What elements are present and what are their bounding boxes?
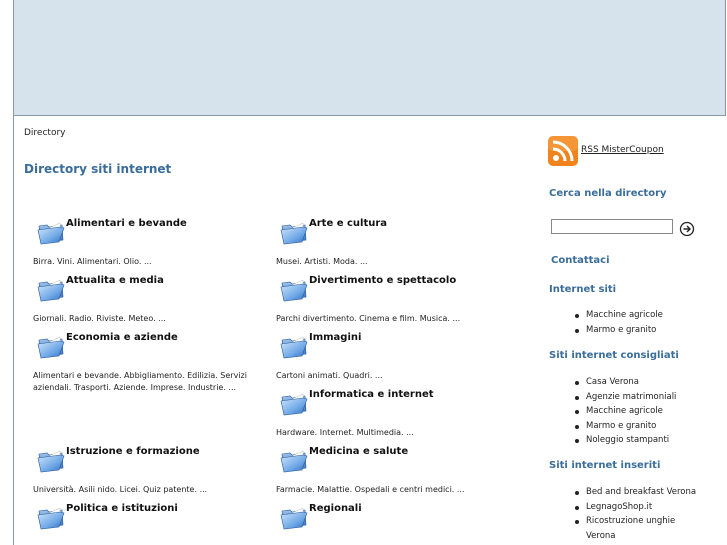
header-banner — [13, 0, 726, 116]
breadcrumb: Directory — [24, 128, 66, 138]
frame-border — [13, 116, 14, 545]
internet-sites-heading: Internet siti — [549, 284, 617, 295]
folder-icon[interactable] — [279, 330, 309, 360]
category-description: Birra. Vini. Alimentari. Olio. ... — [33, 257, 152, 266]
folder-icon[interactable] — [36, 444, 66, 474]
folder-icon[interactable] — [36, 216, 66, 246]
category-description: Musei. Artisti. Moda. ... — [276, 257, 368, 266]
folder-icon[interactable] — [279, 216, 309, 246]
category-link[interactable]: Alimentari e bevande — [66, 218, 187, 229]
folder-icon[interactable] — [36, 273, 66, 303]
category-link[interactable]: Immagini — [309, 332, 361, 343]
list-item[interactable]: Ricostruzione unghie Verona — [572, 514, 696, 543]
contact-link[interactable]: Contattaci — [551, 255, 610, 266]
category-description: Farmacie. Malattie. Ospedali e centri me… — [276, 485, 465, 494]
list-item[interactable]: Marmo e granito — [572, 419, 676, 434]
category-link[interactable]: Divertimento e spettacolo — [309, 275, 456, 286]
category-link[interactable]: Istruzione e formazione — [66, 446, 200, 457]
folder-icon[interactable] — [36, 330, 66, 360]
search-input[interactable] — [551, 219, 673, 234]
page-title: Directory siti internet — [24, 162, 172, 176]
list-item[interactable]: Agenzie matrimoniali — [572, 390, 676, 405]
category-description: Alimentari e bevande. Abbigliamento. Edi… — [33, 371, 247, 392]
list-item[interactable]: Macchine agricole — [572, 308, 663, 323]
category-description: Hardware. Internet. Multimedia. ... — [276, 428, 414, 437]
list-item[interactable]: Casa Verona — [572, 375, 676, 390]
list-item[interactable]: Macchine agricole — [572, 404, 676, 419]
category-link[interactable]: Informatica e internet — [309, 389, 434, 400]
list-item[interactable]: Marmo e granito — [572, 323, 663, 338]
category-link[interactable]: Medicina e salute — [309, 446, 408, 457]
list-item[interactable]: Bed and breakfast Verona — [572, 485, 696, 500]
folder-icon[interactable] — [36, 501, 66, 531]
rss-link[interactable]: RSS MisterCoupon — [581, 145, 664, 155]
search-heading: Cerca nella directory — [549, 188, 667, 199]
folder-icon[interactable] — [279, 501, 309, 531]
inserted-heading: Siti internet inseriti — [549, 460, 661, 471]
category-description: Parchi divertimento. Cinema e film. Musi… — [276, 314, 461, 323]
category-description: Cartoni animati. Quadri. ... — [276, 371, 383, 380]
rss-icon[interactable] — [548, 136, 578, 166]
list-item[interactable]: Noleggio stampanti — [572, 433, 676, 448]
recommended-list: Casa Verona Agenzie matrimoniali Macchin… — [572, 375, 676, 448]
folder-icon[interactable] — [279, 387, 309, 417]
internet-sites-list: Macchine agricole Marmo e granito — [572, 308, 663, 337]
category-link[interactable]: Regionali — [309, 503, 362, 514]
folder-icon[interactable] — [279, 444, 309, 474]
arrow-right-icon[interactable] — [679, 221, 695, 237]
category-link[interactable]: Attualita e media — [66, 275, 164, 286]
category-link[interactable]: Arte e cultura — [309, 218, 387, 229]
list-item[interactable]: LegnagoShop.it — [572, 500, 696, 515]
category-description: Università. Asili nido. Licei. Quiz pate… — [33, 485, 208, 494]
folder-icon[interactable] — [279, 273, 309, 303]
category-link[interactable]: Economia e aziende — [66, 332, 178, 343]
recommended-heading: Siti internet consigliati — [549, 350, 679, 361]
category-link[interactable]: Politica e istituzioni — [66, 503, 178, 514]
category-description: Giornali. Radio. Riviste. Meteo. ... — [33, 314, 166, 323]
inserted-list: Bed and breakfast Verona LegnagoShop.it … — [572, 485, 696, 543]
